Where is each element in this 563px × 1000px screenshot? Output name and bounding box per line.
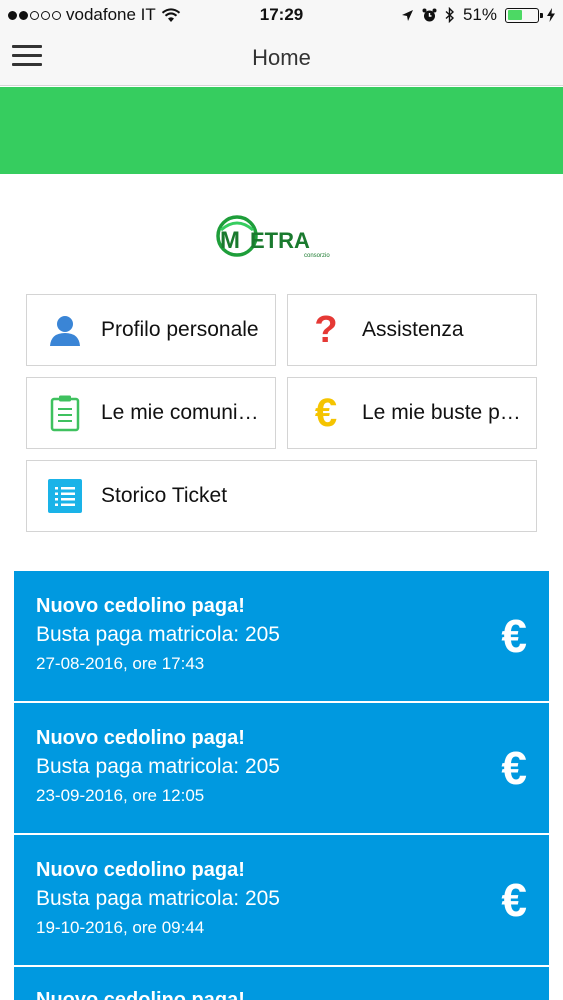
header-banner (0, 87, 563, 174)
page-title: Home (252, 45, 311, 70)
notification-date: 19-10-2016, ore 09:44 (36, 918, 205, 937)
logo-brand-text: ETRA (250, 228, 310, 253)
battery-icon (505, 7, 543, 23)
status-bar: vodafone IT 17:29 51% (0, 0, 563, 30)
clipboard-icon (45, 393, 85, 433)
question-icon: ? (314, 309, 338, 351)
bluetooth-icon (445, 7, 454, 23)
tile-le-mie-comunicazioni[interactable]: Le mie comunicazioni (26, 377, 276, 449)
euro-icon: € (501, 874, 527, 926)
logo-tagline: consorzio (304, 253, 330, 258)
status-right: 51% (401, 5, 555, 25)
tile-label: Storico Ticket (101, 484, 228, 507)
notification-date: 27-08-2016, ore 17:43 (36, 654, 205, 673)
person-icon (45, 310, 85, 350)
navigation-bar: Home (0, 30, 563, 86)
euro-icon: € (501, 610, 527, 662)
battery-percent: 51% (462, 5, 497, 24)
notification-card[interactable]: Nuovo cedolino paga! Busta paga matricol… (14, 835, 549, 965)
euro-icon: € (314, 391, 338, 435)
charging-bolt-icon (547, 8, 555, 22)
tile-label: Assistenza (362, 318, 464, 341)
euro-icon: € (501, 742, 527, 794)
location-arrow-icon (401, 9, 413, 21)
tile-le-mie-buste-paga[interactable]: € Le mie buste paga (287, 377, 537, 449)
notification-card[interactable]: Nuovo cedolino paga! Busta paga matricol… (14, 571, 549, 701)
tile-label: Le mie comunicazioni (101, 401, 261, 424)
notification-subtitle: Busta paga matricola: 205 (36, 887, 280, 910)
tile-profilo-personale[interactable]: Profilo personale (26, 294, 276, 366)
notification-title: Nuovo cedolino paga! (36, 859, 245, 881)
tile-assistenza[interactable]: ? Assistenza (287, 294, 537, 366)
metra-logo: M ETRA consorzio (214, 212, 348, 259)
notification-date: 23-09-2016, ore 12:05 (36, 786, 205, 805)
alarm-clock-icon (422, 8, 437, 21)
tile-storico-ticket[interactable]: Storico Ticket (26, 460, 537, 532)
notification-card[interactable]: Nuovo cedolino paga! Busta paga matricol… (14, 703, 549, 833)
notification-title: Nuovo cedolino paga! (36, 595, 245, 617)
svg-text:M: M (220, 227, 240, 254)
notification-subtitle: Busta paga matricola: 205 (36, 623, 280, 646)
tile-label: Profilo personale (101, 318, 259, 341)
notification-title: Nuovo cedolino paga! (36, 989, 245, 1000)
notification-card[interactable]: Nuovo cedolino paga! (14, 967, 549, 1000)
notification-title: Nuovo cedolino paga! (36, 727, 245, 749)
notification-subtitle: Busta paga matricola: 205 (36, 755, 280, 778)
tile-label: Le mie buste paga (362, 401, 522, 424)
list-icon (45, 476, 85, 516)
